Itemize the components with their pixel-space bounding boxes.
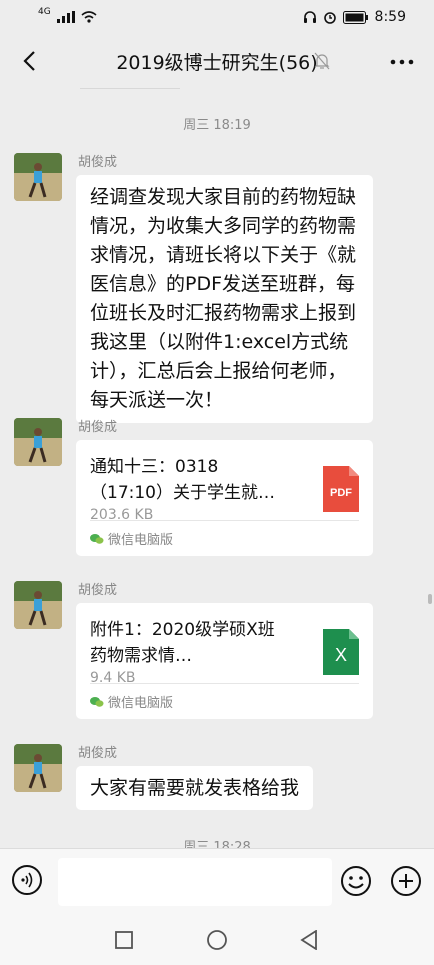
timestamp: 周三 18:28 xyxy=(183,840,251,848)
avatar[interactable] xyxy=(14,581,62,629)
avatar[interactable] xyxy=(14,744,62,792)
more-options-button[interactable] xyxy=(390,46,414,71)
home-icon[interactable] xyxy=(206,929,228,951)
plus-icon xyxy=(391,866,421,896)
input-bar xyxy=(0,848,434,915)
message-input[interactable] xyxy=(58,858,332,906)
headphones-icon xyxy=(303,11,316,23)
chat-header: 2019级博士研究生(56) xyxy=(0,34,434,88)
file-source: 微信电脑版 xyxy=(90,520,359,556)
message-item: 胡俊成 附件1：2020级学硕X班药物需求情… 9.4 KB X 微信电脑版 xyxy=(14,581,434,731)
avatar-image xyxy=(14,744,62,792)
timestamp: 周三 18:19 xyxy=(183,118,251,133)
voice-button[interactable] xyxy=(12,865,42,895)
battery-icon xyxy=(342,10,368,24)
message-item: 胡俊成 经调查发现大家目前的药物短缺情况，为收集大多同学的药物需求情况，请班长将… xyxy=(14,153,434,423)
message-bubble[interactable]: 经调查发现大家目前的药物短缺情况，为收集大多同学的药物需求情况，请班长将以下关于… xyxy=(76,175,373,423)
chat-area[interactable]: 周三 18:19 胡俊成 经调查发现大家目前的药物短缺情况，为收集大多同学的药物… xyxy=(0,88,434,848)
source-label: 微信电脑版 xyxy=(108,696,174,711)
source-label: 微信电脑版 xyxy=(108,533,174,548)
recent-apps-icon[interactable] xyxy=(115,931,133,949)
sender-name: 胡俊成 xyxy=(78,420,118,435)
wifi-icon xyxy=(81,11,97,23)
svg-text:X: X xyxy=(335,645,347,665)
message-bubble[interactable]: 大家有需要就发表格给我 xyxy=(76,766,314,810)
system-nav-bar xyxy=(0,914,434,965)
voice-icon xyxy=(21,872,33,888)
excel-file-icon: X xyxy=(323,629,359,675)
network-label: 4G xyxy=(38,7,51,17)
file-source: 微信电脑版 xyxy=(90,683,359,719)
status-bar: 4G 8:59 xyxy=(0,0,434,34)
more-functions-button[interactable] xyxy=(390,865,422,897)
more-icon xyxy=(390,59,414,65)
sender-name: 胡俊成 xyxy=(78,583,118,598)
file-size: 9.4 KB xyxy=(90,670,136,686)
divider xyxy=(80,88,180,89)
emoji-icon xyxy=(341,866,371,896)
file-message[interactable]: 附件1：2020级学硕X班药物需求情… 9.4 KB X 微信电脑版 xyxy=(76,603,373,719)
back-nav-icon[interactable] xyxy=(300,930,318,950)
status-time: 8:59 xyxy=(374,9,406,25)
wechat-pc-icon xyxy=(90,696,104,707)
file-name: 通知十三：0318（17:10）关于学生就… xyxy=(90,457,275,503)
file-size: 203.6 KB xyxy=(90,507,154,523)
file-message[interactable]: 通知十三：0318（17:10）关于学生就… 203.6 KB PDF 微信电脑… xyxy=(76,440,373,556)
avatar[interactable] xyxy=(14,153,62,201)
status-left: 4G xyxy=(38,7,97,23)
signal-icon xyxy=(56,11,75,23)
pdf-file-icon: PDF xyxy=(323,466,359,512)
svg-text:PDF: PDF xyxy=(330,487,352,499)
status-right: 8:59 xyxy=(303,9,406,25)
emoji-button[interactable] xyxy=(340,865,372,897)
avatar-image xyxy=(14,153,62,201)
alarm-icon xyxy=(323,12,336,24)
page-title: 2019级博士研究生(56) xyxy=(116,52,318,74)
avatar-image xyxy=(14,418,62,466)
message-item: 胡俊成 大家有需要就发表格给我 xyxy=(14,744,434,824)
sender-name: 胡俊成 xyxy=(78,155,118,170)
file-name: 附件1：2020级学硕X班药物需求情… xyxy=(90,620,275,666)
sender-name: 胡俊成 xyxy=(78,746,118,761)
wechat-pc-icon xyxy=(90,533,104,544)
avatar[interactable] xyxy=(14,418,62,466)
avatar-image xyxy=(14,581,62,629)
message-item: 胡俊成 通知十三：0318（17:10）关于学生就… 203.6 KB PDF … xyxy=(14,418,434,568)
mute-bell-icon xyxy=(314,52,330,70)
scrollbar[interactable] xyxy=(428,594,432,604)
